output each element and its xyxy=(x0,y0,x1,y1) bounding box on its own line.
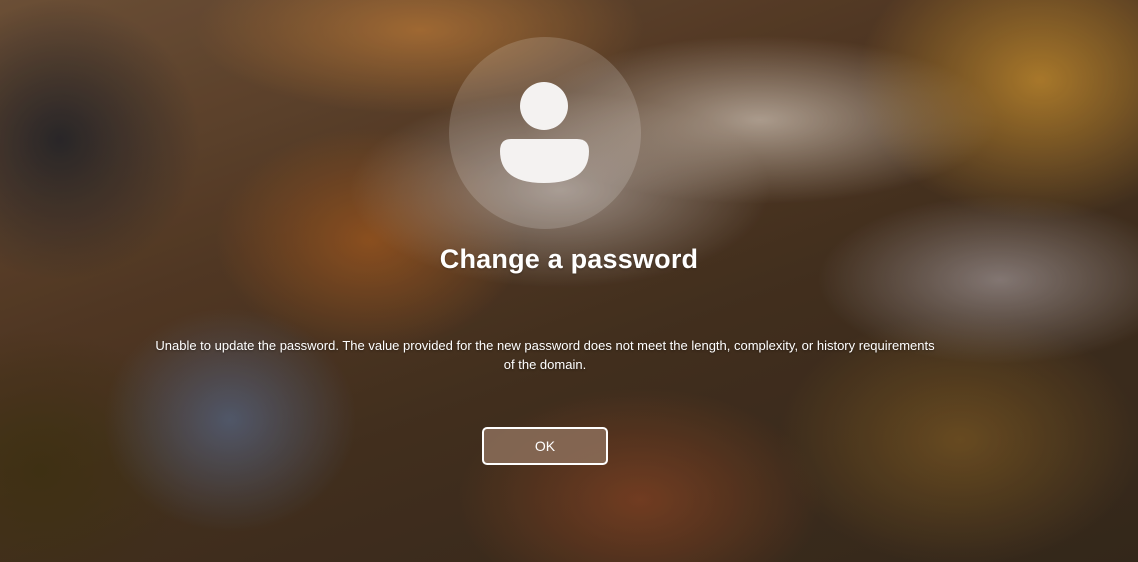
error-message: Unable to update the password. The value… xyxy=(155,338,935,372)
user-silhouette-icon xyxy=(500,82,589,183)
user-avatar xyxy=(449,37,641,229)
change-password-dialog: Change a password Unable to update the p… xyxy=(0,0,1138,562)
ok-button[interactable]: OK xyxy=(482,427,608,465)
dialog-title: Change a password xyxy=(439,244,699,274)
